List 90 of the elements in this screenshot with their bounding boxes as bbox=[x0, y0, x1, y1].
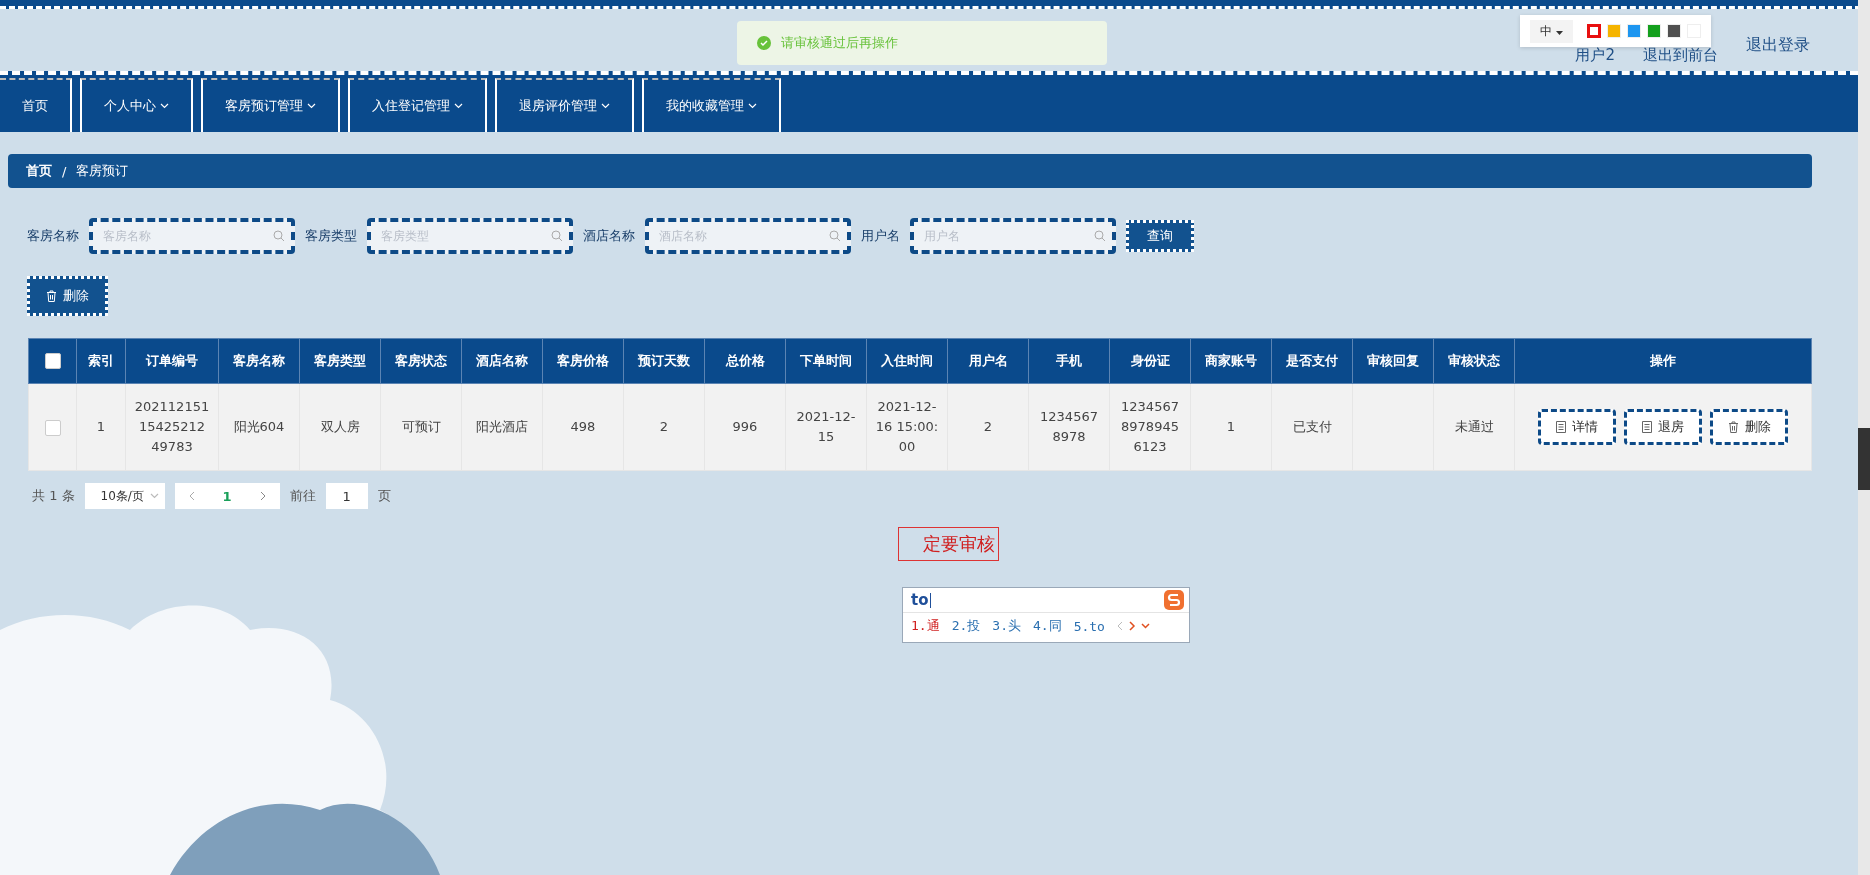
search-icon bbox=[551, 230, 563, 242]
table-cell: 2021-12-16 15:00:00 bbox=[866, 383, 948, 471]
delete-button[interactable]: 删除 bbox=[27, 276, 108, 316]
table-cell: 阳光酒店 bbox=[461, 383, 543, 471]
column-header: 是否支付 bbox=[1271, 338, 1353, 384]
table-cell: 12345678978 bbox=[1028, 383, 1110, 471]
field-label: 用户名 bbox=[861, 227, 900, 245]
column-header: 订单编号 bbox=[125, 338, 219, 384]
next-icon[interactable] bbox=[259, 491, 266, 501]
nav-tab[interactable]: 退房评价管理 bbox=[495, 78, 634, 132]
color-swatch[interactable] bbox=[1586, 24, 1601, 38]
trash-icon bbox=[1727, 421, 1739, 433]
ime-candidate[interactable]: 5.to bbox=[1073, 618, 1105, 634]
language-selector[interactable]: 中 bbox=[1530, 19, 1573, 43]
ime-candidate[interactable]: 2.投 bbox=[951, 617, 981, 635]
front-link[interactable]: 退出到前台 bbox=[1643, 45, 1718, 65]
scrollbar[interactable] bbox=[1858, 0, 1870, 875]
nav-tab[interactable]: 客房预订管理 bbox=[201, 78, 340, 132]
field-label: 酒店名称 bbox=[583, 227, 635, 245]
row-checkbox[interactable] bbox=[44, 419, 61, 436]
document-icon bbox=[1642, 421, 1652, 433]
column-header: 操作 bbox=[1514, 338, 1812, 384]
total-count: 共 1 条 bbox=[32, 487, 75, 505]
table-cell: 996 bbox=[704, 383, 786, 471]
overlay-text: 定要审核 bbox=[898, 527, 999, 561]
row-action-button[interactable]: 删除 bbox=[1710, 409, 1788, 445]
logout-link[interactable]: 退出登录 bbox=[1746, 34, 1810, 56]
document-icon bbox=[1556, 421, 1566, 433]
nav-tab[interactable]: 首页 bbox=[0, 78, 72, 132]
page-size-select[interactable]: 10条/页 bbox=[84, 483, 165, 509]
column-header: 下单时间 bbox=[785, 338, 867, 384]
column-header: 客房类型 bbox=[299, 338, 381, 384]
nav-tab[interactable]: 我的收藏管理 bbox=[642, 78, 781, 132]
row-action-button[interactable]: 详情 bbox=[1538, 409, 1616, 445]
goto-unit: 页 bbox=[377, 487, 391, 505]
search-icon bbox=[829, 230, 841, 242]
column-header: 入住时间 bbox=[866, 338, 948, 384]
breadcrumb-item[interactable]: 首页 bbox=[26, 162, 52, 180]
scroll-thumb[interactable] bbox=[1858, 428, 1870, 490]
table-cell: 20211215115425212 49783 bbox=[125, 383, 219, 471]
table-cell: 2 bbox=[947, 383, 1029, 471]
table-cell: 未通过 bbox=[1433, 383, 1515, 471]
column-header: 审核回复 bbox=[1352, 338, 1434, 384]
search-icon bbox=[1094, 230, 1106, 242]
caret-icon bbox=[1555, 30, 1563, 35]
check-circle-icon bbox=[757, 36, 771, 50]
table-cell: 2 bbox=[623, 383, 705, 471]
query-button[interactable]: 查询 bbox=[1126, 220, 1194, 252]
ime-candidate[interactable]: 4.同 bbox=[1032, 617, 1062, 635]
table-cell: 1 bbox=[1190, 383, 1272, 471]
table-cell: 498 bbox=[542, 383, 624, 471]
row-action-button[interactable]: 退房 bbox=[1624, 409, 1702, 445]
table-cell: 可预订 bbox=[380, 383, 462, 471]
column-header: 客房名称 bbox=[218, 338, 300, 384]
ime-candidate[interactable]: 3.头 bbox=[992, 617, 1021, 635]
column-header: 预订天数 bbox=[623, 338, 705, 384]
previous-icon[interactable] bbox=[188, 491, 195, 501]
column-header: 索引 bbox=[76, 338, 126, 384]
goto-field[interactable]: 1 bbox=[325, 483, 368, 509]
goto-label: 前往 bbox=[289, 487, 316, 505]
table-cell: 阳光604 bbox=[218, 383, 300, 471]
nav-tab[interactable]: 个人中心 bbox=[80, 78, 193, 132]
text-cursor bbox=[930, 592, 932, 608]
toast-message: 请审核通过后再操作 bbox=[781, 34, 898, 52]
search-icon bbox=[273, 230, 285, 242]
column-header: 审核状态 bbox=[1433, 338, 1515, 384]
ime-candidate[interactable]: 1.通 bbox=[911, 617, 940, 635]
column-header: 客房价格 bbox=[542, 338, 624, 384]
table-cell: 2021-12-15 bbox=[785, 383, 867, 471]
column-header: 用户名 bbox=[947, 338, 1029, 384]
column-header: 商家账号 bbox=[1190, 338, 1272, 384]
field-label: 客房类型 bbox=[305, 227, 357, 245]
table-cell: 已支付 bbox=[1271, 383, 1353, 471]
chevron-down-icon bbox=[149, 493, 159, 499]
select-all-checkbox[interactable] bbox=[44, 353, 61, 370]
column-header: 手机 bbox=[1028, 338, 1110, 384]
breadcrumb-separator: / bbox=[62, 163, 67, 179]
table-cell: 双人房 bbox=[299, 383, 381, 471]
table-cell: 1 bbox=[76, 383, 126, 471]
breadcrumb-item: 客房预订 bbox=[76, 162, 129, 180]
ime-input-text: to bbox=[911, 591, 929, 609]
user-name[interactable]: 用户2 bbox=[1575, 45, 1615, 65]
nav-tab[interactable]: 入住登记管理 bbox=[348, 78, 487, 132]
field-label: 客房名称 bbox=[27, 227, 79, 245]
column-header: 总价格 bbox=[704, 338, 786, 384]
table-cell: 123456789789456123 bbox=[1109, 383, 1191, 471]
trash-icon bbox=[46, 290, 57, 302]
column-header: 身份证 bbox=[1109, 338, 1191, 384]
column-header: 酒店名称 bbox=[461, 338, 543, 384]
column-header: 客房状态 bbox=[380, 338, 462, 384]
